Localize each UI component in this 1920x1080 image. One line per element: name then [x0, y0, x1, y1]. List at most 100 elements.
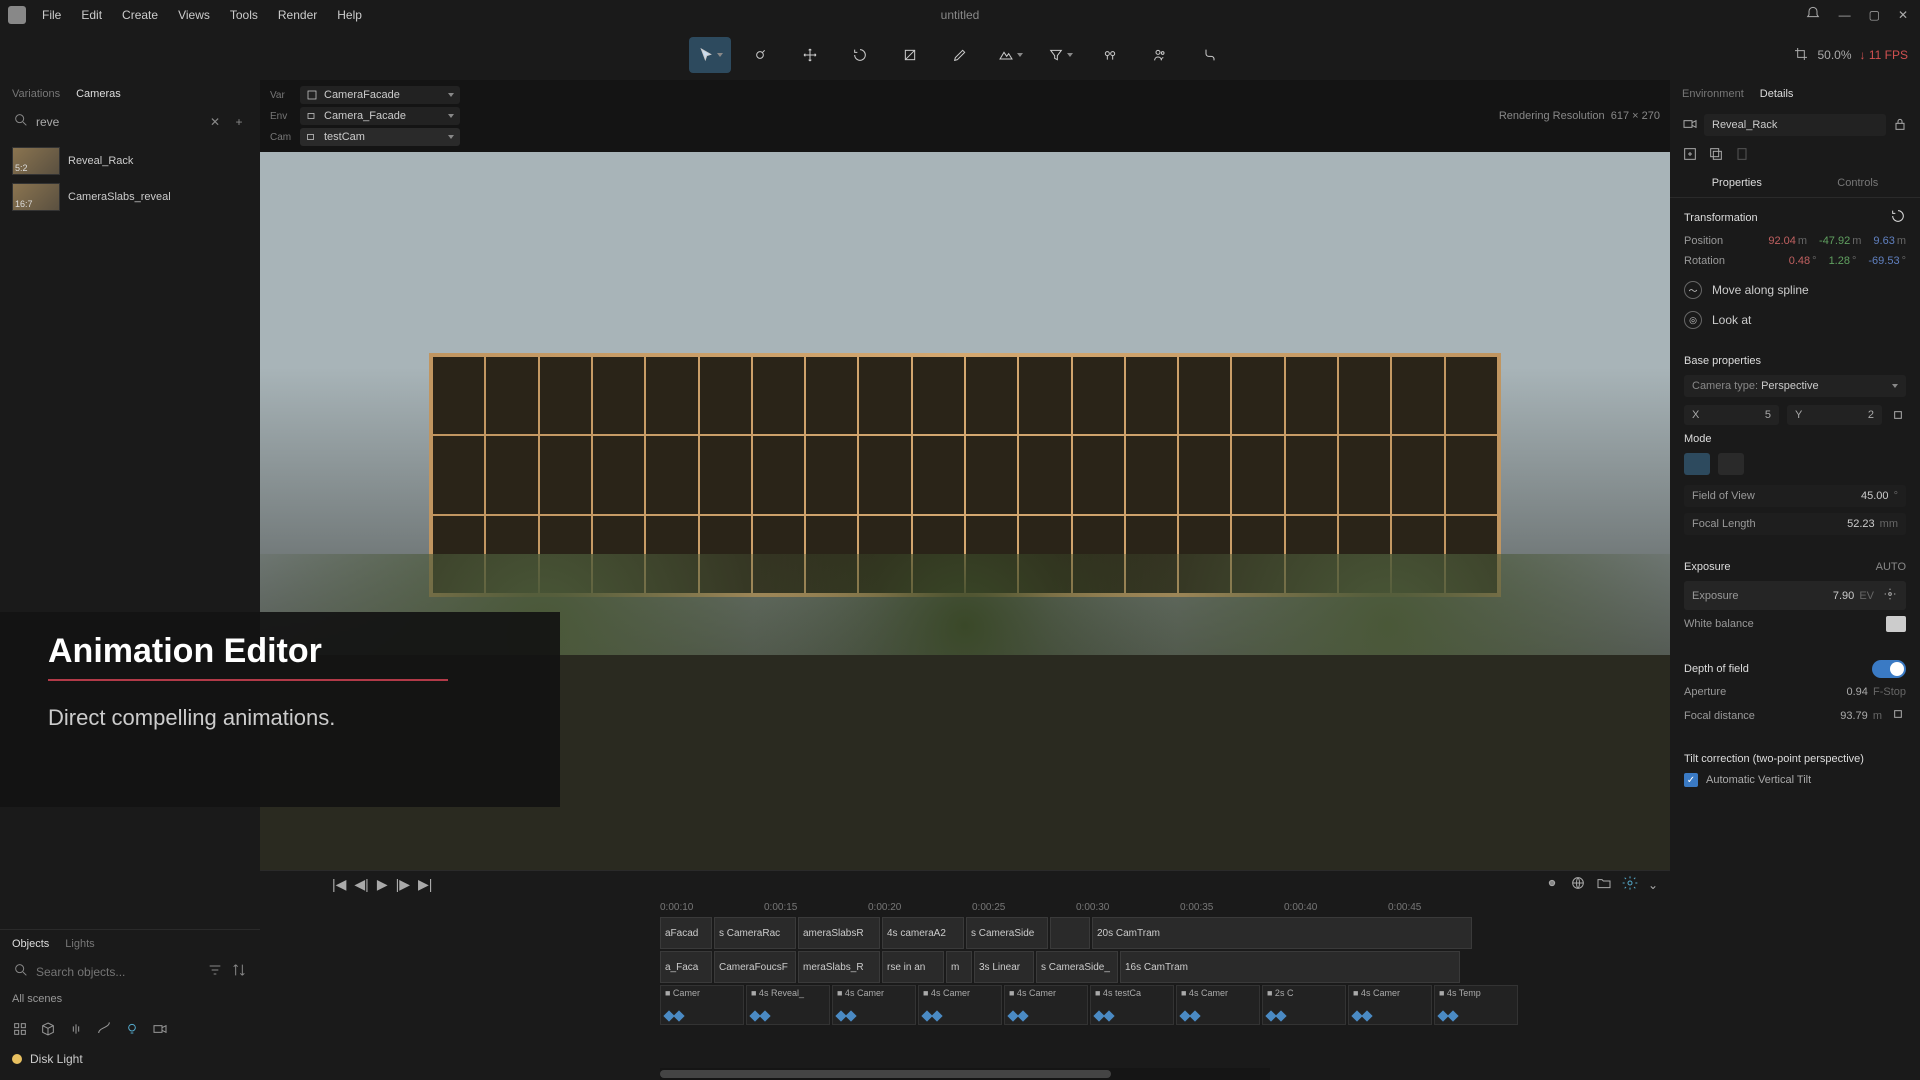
- object-search-input[interactable]: [36, 965, 200, 979]
- rotate-tool[interactable]: [839, 37, 881, 73]
- crop-icon[interactable]: [1793, 46, 1809, 65]
- spline-icon[interactable]: [96, 1021, 112, 1040]
- rot-y-value[interactable]: 1.28°: [1829, 255, 1857, 267]
- add-icon[interactable]: [1682, 146, 1698, 165]
- timeline-key-clip[interactable]: ■ Camer: [660, 985, 744, 1025]
- target-icon[interactable]: [1890, 706, 1906, 725]
- step-back-button[interactable]: ◀|: [354, 876, 368, 893]
- timeline-key-clip[interactable]: ■ 4s Camer: [832, 985, 916, 1025]
- add-camera-button[interactable]: +: [230, 115, 248, 129]
- light-icon[interactable]: [124, 1021, 140, 1040]
- var-select[interactable]: CameraFacade: [300, 86, 460, 104]
- pos-x-value[interactable]: 92.04m: [1768, 235, 1807, 247]
- mode-ortho[interactable]: [1718, 453, 1744, 475]
- timeline-clip[interactable]: rse in an: [882, 951, 944, 983]
- rot-x-value[interactable]: 0.48°: [1789, 255, 1817, 267]
- camera-item[interactable]: 16:7 CameraSlabs_reveal: [12, 179, 248, 215]
- fov-field[interactable]: Field of View 45.00 °: [1684, 485, 1906, 507]
- camera-search-input[interactable]: [36, 115, 200, 129]
- tab-environment[interactable]: Environment: [1682, 88, 1744, 100]
- timeline-key-clip[interactable]: ■ 4s Temp: [1434, 985, 1518, 1025]
- zoom-value[interactable]: 50.0%: [1817, 48, 1851, 62]
- tab-objects[interactable]: Objects: [12, 938, 49, 950]
- path-tool[interactable]: [1189, 37, 1231, 73]
- filter-icon[interactable]: [206, 962, 224, 981]
- reset-icon[interactable]: [1890, 208, 1906, 227]
- white-balance-swatch[interactable]: [1886, 616, 1906, 632]
- timeline-key-track[interactable]: ■ Camer■ 4s Reveal_■ 4s Camer■ 4s Camer■…: [660, 985, 1670, 1025]
- notifications-icon[interactable]: [1801, 4, 1825, 27]
- timeline-clip[interactable]: [1050, 917, 1090, 949]
- folder-icon[interactable]: [1596, 875, 1612, 894]
- camera-type-select[interactable]: Camera type: Perspective: [1684, 375, 1906, 397]
- settings-icon[interactable]: [1622, 875, 1638, 894]
- sort-icon[interactable]: [230, 962, 248, 981]
- timeline-scrollbar[interactable]: [660, 1068, 1270, 1080]
- timeline-clip[interactable]: aFacad: [660, 917, 712, 949]
- brush-tool[interactable]: [739, 37, 781, 73]
- menu-tools[interactable]: Tools: [222, 5, 266, 25]
- link-icon[interactable]: [1890, 405, 1906, 425]
- exposure-value[interactable]: 7.90 EV: [1833, 590, 1874, 602]
- skip-end-button[interactable]: ▶|: [418, 876, 432, 893]
- scale-tool[interactable]: [889, 37, 931, 73]
- timeline-key-clip[interactable]: ■ 4s Camer: [1004, 985, 1088, 1025]
- menu-views[interactable]: Views: [170, 5, 218, 25]
- timeline-clip[interactable]: s CameraSide_: [1036, 951, 1118, 983]
- copy-icon[interactable]: [1734, 146, 1750, 165]
- eyedropper-icon[interactable]: [1882, 586, 1898, 605]
- scatter-tool[interactable]: [1089, 37, 1131, 73]
- menu-create[interactable]: Create: [114, 5, 166, 25]
- focal-distance-value[interactable]: 93.79 m: [1840, 710, 1882, 722]
- camera-item[interactable]: 5:2 Reveal_Rack: [12, 143, 248, 179]
- menu-file[interactable]: File: [34, 5, 69, 25]
- move-along-spline-button[interactable]: 〜 Move along spline: [1684, 275, 1906, 305]
- timeline-key-clip[interactable]: ■ 4s Camer: [918, 985, 1002, 1025]
- play-button[interactable]: ▶: [377, 876, 388, 893]
- timeline-key-clip[interactable]: ■ 4s testCa: [1090, 985, 1174, 1025]
- select-tool[interactable]: [689, 37, 731, 73]
- duplicate-icon[interactable]: [1708, 146, 1724, 165]
- auto-tilt-checkbox[interactable]: ✓: [1684, 773, 1698, 787]
- timeline-clip[interactable]: 16s CamTram: [1120, 951, 1460, 983]
- menu-edit[interactable]: Edit: [73, 5, 110, 25]
- pos-y-value[interactable]: -47.92m: [1819, 235, 1861, 247]
- pos-z-value[interactable]: 9.63m: [1873, 235, 1906, 247]
- menu-help[interactable]: Help: [329, 5, 370, 25]
- skip-start-button[interactable]: |◀: [332, 876, 346, 893]
- minimize-button[interactable]: —: [1835, 6, 1855, 24]
- timeline-clip[interactable]: ameraSlabsR: [798, 917, 880, 949]
- timeline-clip[interactable]: m: [946, 951, 972, 983]
- timeline-key-clip[interactable]: ■ 4s Camer: [1348, 985, 1432, 1025]
- clear-search-button[interactable]: ✕: [206, 115, 224, 129]
- tab-details[interactable]: Details: [1760, 88, 1794, 100]
- timeline-key-clip[interactable]: ■ 4s Reveal_: [746, 985, 830, 1025]
- timeline-clip[interactable]: s CameraRac: [714, 917, 796, 949]
- menu-render[interactable]: Render: [270, 5, 325, 25]
- tab-properties[interactable]: Properties: [1712, 177, 1762, 189]
- object-name-field[interactable]: Reveal_Rack: [1704, 114, 1886, 136]
- globe-icon[interactable]: [1570, 875, 1586, 894]
- mode-perspective[interactable]: [1684, 453, 1710, 475]
- lock-icon[interactable]: [1892, 116, 1908, 135]
- tab-variations[interactable]: Variations: [12, 88, 60, 100]
- tab-cameras[interactable]: Cameras: [76, 88, 121, 100]
- timeline-clip[interactable]: s CameraSide: [966, 917, 1048, 949]
- aspect-y-input[interactable]: Y2: [1787, 405, 1882, 425]
- step-forward-button[interactable]: |▶: [396, 876, 410, 893]
- close-button[interactable]: ✕: [1894, 6, 1912, 24]
- aperture-value[interactable]: 0.94 F-Stop: [1847, 686, 1907, 698]
- scrollbar-thumb[interactable]: [660, 1070, 1111, 1078]
- audio-icon[interactable]: [68, 1021, 84, 1040]
- terrain-tool[interactable]: [989, 37, 1031, 73]
- keyframe-icon[interactable]: [1544, 875, 1560, 894]
- timeline-clip[interactable]: 20s CamTram: [1092, 917, 1472, 949]
- tab-controls[interactable]: Controls: [1837, 177, 1878, 189]
- env-select[interactable]: Camera_Facade: [300, 107, 460, 125]
- timeline-clip[interactable]: 4s cameraA2: [882, 917, 964, 949]
- cam-icon[interactable]: [152, 1021, 168, 1040]
- timeline-key-clip[interactable]: ■ 2s C: [1262, 985, 1346, 1025]
- timeline-key-clip[interactable]: ■ 4s Camer: [1176, 985, 1260, 1025]
- filter-tool[interactable]: [1039, 37, 1081, 73]
- cube-icon[interactable]: [40, 1021, 56, 1040]
